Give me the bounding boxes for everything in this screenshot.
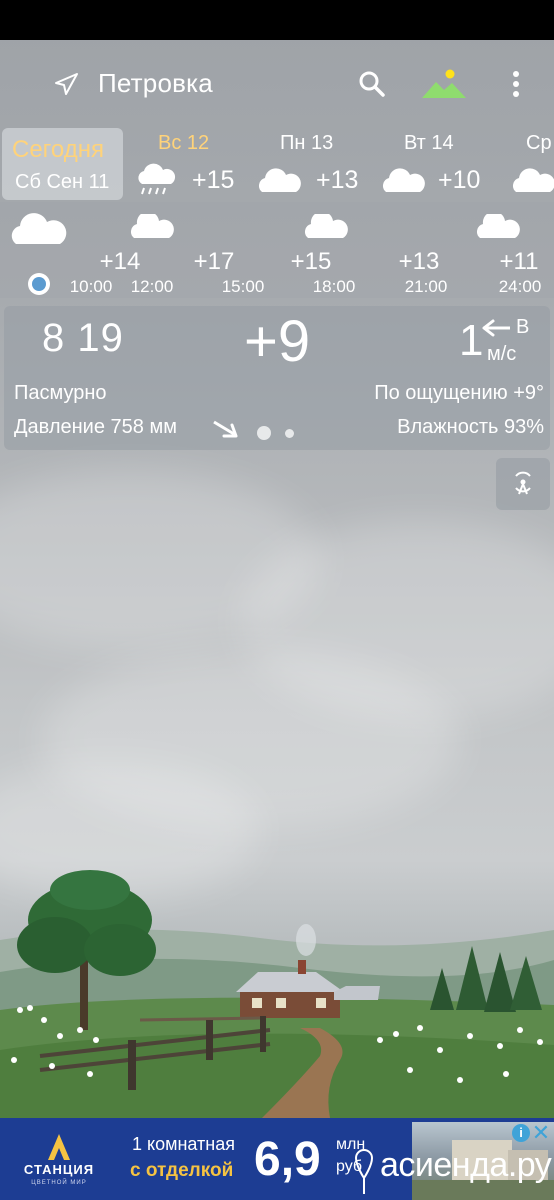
cloud-icon bbox=[305, 214, 348, 238]
day-today[interactable]: Сегодня Сб Сен 11 bbox=[2, 128, 123, 200]
hourly-forecast[interactable]: +14 +17 +15 +13 +11 10:00 12:00 15:00 18… bbox=[0, 202, 554, 298]
day-name: Вс 12 bbox=[158, 132, 210, 154]
cloud-rain-icon bbox=[138, 163, 176, 195]
pressure-trend-arrow-icon bbox=[213, 420, 238, 438]
hourly-temp: +15 bbox=[290, 248, 332, 275]
weather-screen: Петровка Сегодня Сб Сен 11 Вс 12 +15 Пн … bbox=[0, 0, 554, 1200]
ad-price: 6,9 bbox=[254, 1133, 321, 1186]
cloud-icon bbox=[11, 213, 67, 244]
hourly-time: 10:00 bbox=[69, 277, 113, 296]
hourly-time: 21:00 bbox=[404, 277, 448, 296]
hourly-temp: +14 bbox=[99, 248, 141, 275]
current-temperature: +9 bbox=[244, 309, 311, 374]
cloud-icon bbox=[258, 168, 301, 192]
ad-subheadline: с отделкой bbox=[130, 1160, 234, 1181]
hourly-temp: +11 bbox=[499, 248, 539, 275]
wind-unit: м/с bbox=[487, 343, 517, 365]
day-temp: +10 bbox=[438, 166, 481, 194]
radar-antenna-icon bbox=[515, 471, 531, 495]
landscape-illustration bbox=[0, 870, 554, 1118]
cloud-icon bbox=[131, 214, 174, 238]
today-label: Сегодня bbox=[12, 136, 104, 163]
status-bar bbox=[0, 0, 554, 40]
current-weather-card[interactable]: 8 19 +9 1 В м/с Пасмурно По ощущению +9°… bbox=[4, 306, 550, 450]
cloud-icon bbox=[513, 168, 554, 192]
hourly-time: 15:00 bbox=[221, 277, 265, 296]
current-time-marker bbox=[28, 273, 50, 295]
ad-logo-subtitle: ЦВЕТНОЙ МИР bbox=[31, 1180, 87, 1186]
search-icon[interactable] bbox=[354, 66, 390, 102]
day-item[interactable]: Ср bbox=[508, 132, 554, 198]
ad-brand: асиенда.ру bbox=[380, 1146, 552, 1184]
day-temp: +13 bbox=[316, 166, 359, 194]
daily-forecast-strip: Сегодня Сб Сен 11 Вс 12 +15 Пн 13 +13 Вт… bbox=[0, 126, 554, 202]
feels-like: По ощущению +9° bbox=[374, 382, 544, 404]
day-name: Вт 14 bbox=[404, 132, 454, 154]
cloud-icon bbox=[477, 214, 520, 238]
more-menu-icon[interactable] bbox=[504, 66, 528, 102]
wind-speed: 1 bbox=[459, 316, 484, 365]
ad-close-icon[interactable]: ✕ bbox=[530, 1122, 552, 1144]
ad-info-icon[interactable]: i bbox=[512, 1124, 530, 1142]
day-item[interactable]: Пн 13 +13 bbox=[256, 132, 376, 198]
page-dot bbox=[285, 429, 294, 438]
app-bar: Петровка bbox=[0, 40, 554, 126]
hourly-time: 24:00 bbox=[498, 277, 542, 296]
today-date: Сб Сен 11 bbox=[15, 171, 110, 193]
ad-banner[interactable]: СТАНЦИЯ ЦВЕТНОЙ МИР 1 комнатная с отделк… bbox=[0, 1118, 554, 1200]
page-dot-active bbox=[257, 426, 271, 440]
ad-logo-text: СТАНЦИЯ bbox=[23, 1162, 95, 1177]
pressure: Давление 758 мм bbox=[14, 416, 177, 438]
cloud-icon bbox=[382, 168, 425, 192]
hourly-temp: +13 bbox=[398, 248, 440, 275]
wind-direction: В bbox=[516, 316, 530, 338]
sun-times: 8 19 bbox=[42, 316, 124, 360]
day-name: Пн 13 bbox=[280, 132, 334, 154]
map-pin-icon bbox=[354, 1148, 374, 1194]
city-name[interactable]: Петровка bbox=[98, 68, 213, 99]
landscape-icon[interactable] bbox=[420, 64, 468, 104]
wind-direction-arrow-icon bbox=[482, 319, 510, 337]
location-arrow-icon[interactable] bbox=[50, 70, 80, 100]
radar-button[interactable] bbox=[496, 458, 550, 510]
hourly-time: 18:00 bbox=[312, 277, 356, 296]
day-temp: +15 bbox=[192, 166, 235, 194]
day-item[interactable]: Вс 12 +15 bbox=[134, 132, 252, 198]
condition-text: Пасмурно bbox=[14, 382, 107, 404]
hourly-time: 12:00 bbox=[130, 277, 174, 296]
humidity: Влажность 93% bbox=[397, 416, 544, 438]
hourly-temp: +17 bbox=[193, 248, 235, 275]
day-name: Ср bbox=[526, 132, 552, 154]
day-item[interactable]: Вт 14 +10 bbox=[380, 132, 500, 198]
ad-headline: 1 комнатная bbox=[132, 1134, 235, 1154]
